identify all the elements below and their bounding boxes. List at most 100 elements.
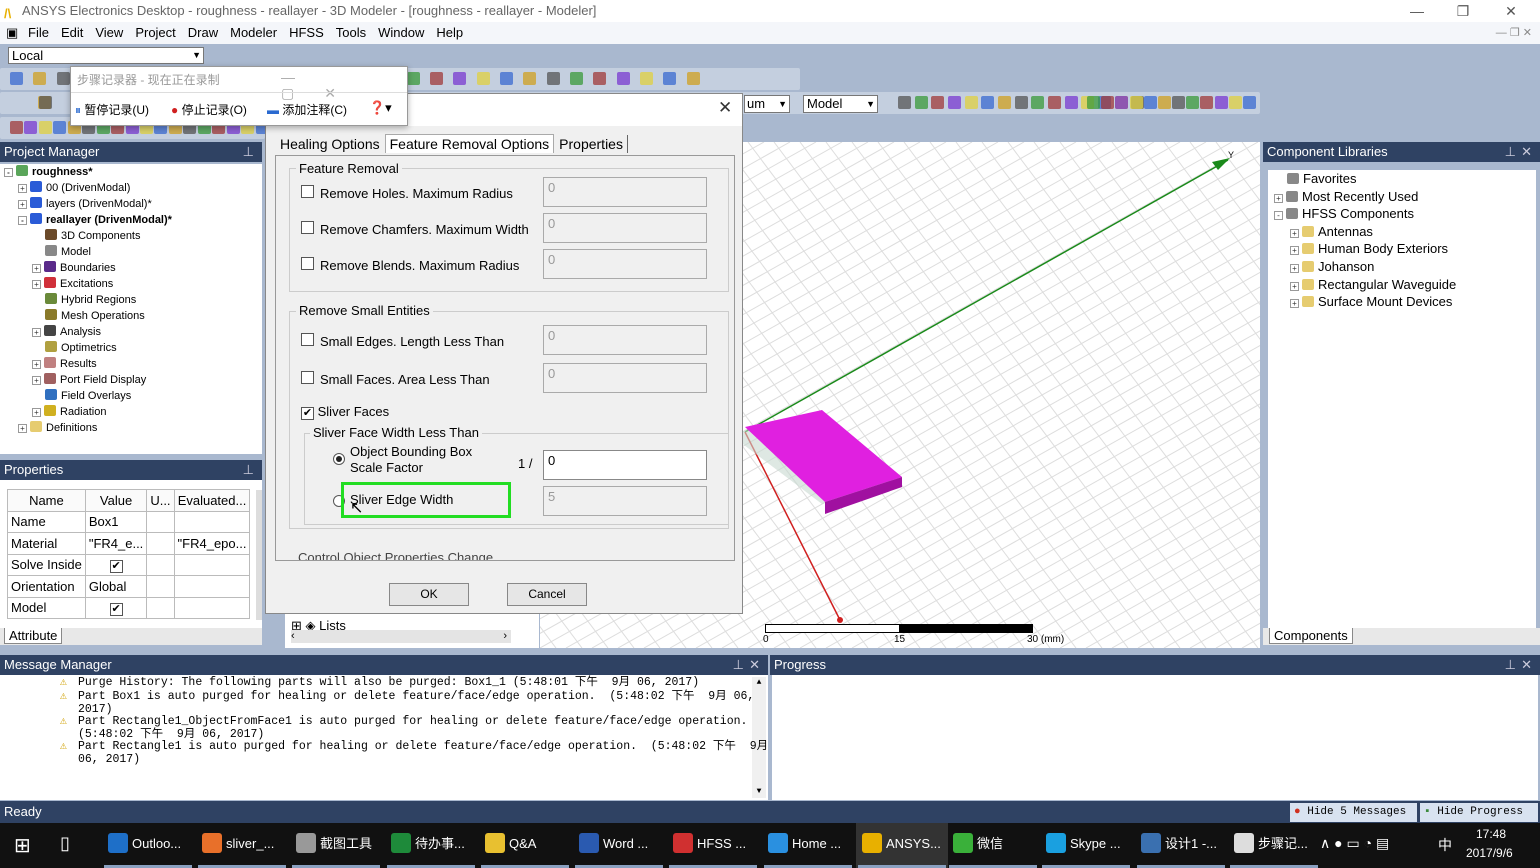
close-icon[interactable]: ✕ [1521,142,1532,162]
toolbar-icon[interactable] [1186,96,1200,109]
tree-item[interactable]: Optimetrics [4,340,262,356]
option-checkbox[interactable]: Small Edges. Length Less Than [301,333,504,349]
toolbar-icon[interactable] [1143,96,1157,109]
expand-icon[interactable]: + [1290,228,1299,238]
collapse-icon[interactable]: - [4,168,13,177]
toolbar-icon[interactable] [616,72,630,85]
tree-item[interactable]: +00 (DrivenModal) [4,180,262,196]
expand-icon[interactable]: + [1290,281,1299,291]
message-item[interactable]: ⚠ Purge History: The following parts will… [48,676,699,690]
toolbar-icon[interactable] [593,72,607,85]
tree-item[interactable]: Mesh Operations [4,308,262,324]
tray-icons[interactable]: ∧ ● ▭ ◔ ▤ [1320,835,1389,852]
library-item[interactable]: Favorites [1274,170,1536,188]
value-input[interactable]: 0 [543,249,707,279]
option-checkbox[interactable]: Remove Blends. Maximum Radius [301,257,519,273]
tree-item[interactable]: Model [4,244,262,260]
message-item[interactable]: ⚠ Part Rectangle1 is auto purged for heal… [48,740,768,766]
mdi-window-controls[interactable]: — ❐ ✕ [1496,22,1532,44]
checkbox[interactable]: ✔ [109,559,123,573]
horizontal-scrollbar[interactable]: ‹ › [291,630,511,643]
toolbar-icon[interactable] [964,96,978,109]
scale-factor-input[interactable]: 0 [543,450,707,480]
taskbar-app[interactable]: Skype ... [1040,823,1132,868]
expand-icon[interactable]: + [1290,299,1299,309]
toolbar-icon[interactable] [430,72,443,85]
taskbar-app[interactable]: 截图工具 [290,823,382,868]
pause-recording-button[interactable]: ⏸ 暂停记录(U) [75,101,149,118]
toolbar-icon[interactable] [1228,96,1242,109]
taskbar-app[interactable]: Word ... [573,823,665,868]
table-cell[interactable]: Box1 [84,510,148,533]
toolbar-icon[interactable] [686,72,700,85]
table-cell[interactable]: Global [84,575,148,598]
menu-hfss[interactable]: HFSS [283,22,330,44]
toolbar-icon[interactable] [523,72,537,85]
windows-start-icon[interactable]: ⊞ [14,833,31,858]
expand-icon[interactable]: + [32,264,41,273]
table-cell[interactable]: "FR4_e... [84,532,148,555]
tab-attribute[interactable]: Attribute [4,628,63,644]
pin-icon[interactable]: ⊥ [733,655,744,675]
close-icon[interactable]: ✕ [1521,655,1532,675]
expand-icon[interactable]: + [32,360,41,369]
checkbox[interactable]: ✔ [109,602,123,616]
tree-item[interactable]: + Analysis [4,324,262,340]
toolbar-icon[interactable] [1172,96,1185,109]
menu-view[interactable]: View [89,22,129,44]
close-icon[interactable]: ✕ [749,655,760,675]
table-cell[interactable]: ✔ [84,553,148,576]
toolbar-icon[interactable] [476,72,490,85]
hide-progress-button[interactable]: ▪ Hide Progress [1420,803,1538,822]
value-input[interactable]: 0 [543,213,707,243]
expand-icon[interactable]: + [32,328,41,337]
tree-item[interactable]: + layers (DrivenModal)* [4,196,262,212]
taskbar-app[interactable]: sliver_... [196,823,288,868]
toolbar-icon[interactable] [1200,96,1214,109]
expand-icon[interactable]: + [32,376,41,385]
message-item[interactable]: ⚠ Part Box1 is auto purged for healing or… [48,690,754,716]
toolbar-icon[interactable] [53,121,67,134]
tree-item[interactable]: + Definitions [4,420,262,436]
toolbar-icon[interactable] [640,72,653,85]
column-header[interactable]: U... [146,489,175,512]
hide-messages-button[interactable]: ● Hide 5 Messages [1290,803,1417,822]
view-mode-dropdown[interactable]: Model ▼ [803,95,878,113]
menu-help[interactable]: Help [430,22,469,44]
value-input[interactable]: 0 [543,325,707,355]
message-item[interactable]: ⚠ Part Rectangle1_ObjectFromFace1 is auto… [48,715,747,741]
checkbox[interactable] [301,371,314,384]
column-header[interactable]: Value [84,489,148,512]
toolbar-icon[interactable] [914,96,928,109]
expand-icon[interactable]: + [32,280,41,289]
taskbar-app[interactable]: 待办事... [385,823,477,868]
library-item[interactable]: + Antennas [1274,223,1536,241]
help-icon[interactable]: ❓▾ [369,100,392,116]
toolbar-icon[interactable] [10,72,23,85]
task-view-icon[interactable]: ▯ [60,833,70,854]
toolbar-icon[interactable] [998,96,1011,109]
expand-icon[interactable]: + [1290,246,1299,256]
cancel-button[interactable]: Cancel [507,583,587,606]
library-item[interactable]: + Surface Mount Devices [1274,293,1536,311]
checkbox[interactable] [301,185,314,198]
toolbar-icon[interactable] [1101,96,1115,109]
menu-file[interactable]: File [22,22,55,44]
toolbar-icon[interactable] [570,72,583,85]
table-cell[interactable]: ✔ [84,596,148,619]
tree-item[interactable]: + Excitations [4,276,262,292]
expand-icon[interactable]: + [18,184,27,193]
column-header[interactable]: Name [7,489,86,512]
checkbox[interactable] [301,333,314,346]
toolbar-icon[interactable] [1031,96,1045,109]
taskbar-app[interactable]: 设计1 -... [1135,823,1227,868]
tree-item[interactable]: + Radiation [4,404,262,420]
close-button[interactable]: ✕ [1488,0,1534,22]
option-checkbox[interactable]: Remove Holes. Maximum Radius [301,185,513,201]
menu-tools[interactable]: Tools [330,22,372,44]
collapse-icon[interactable]: - [18,216,27,225]
toolbar-icon[interactable] [1129,96,1143,109]
library-item[interactable]: + Human Body Exteriors [1274,240,1536,258]
stop-recording-button[interactable]: ● 停止记录(O) [171,101,247,118]
value-input[interactable]: 0 [543,363,707,393]
